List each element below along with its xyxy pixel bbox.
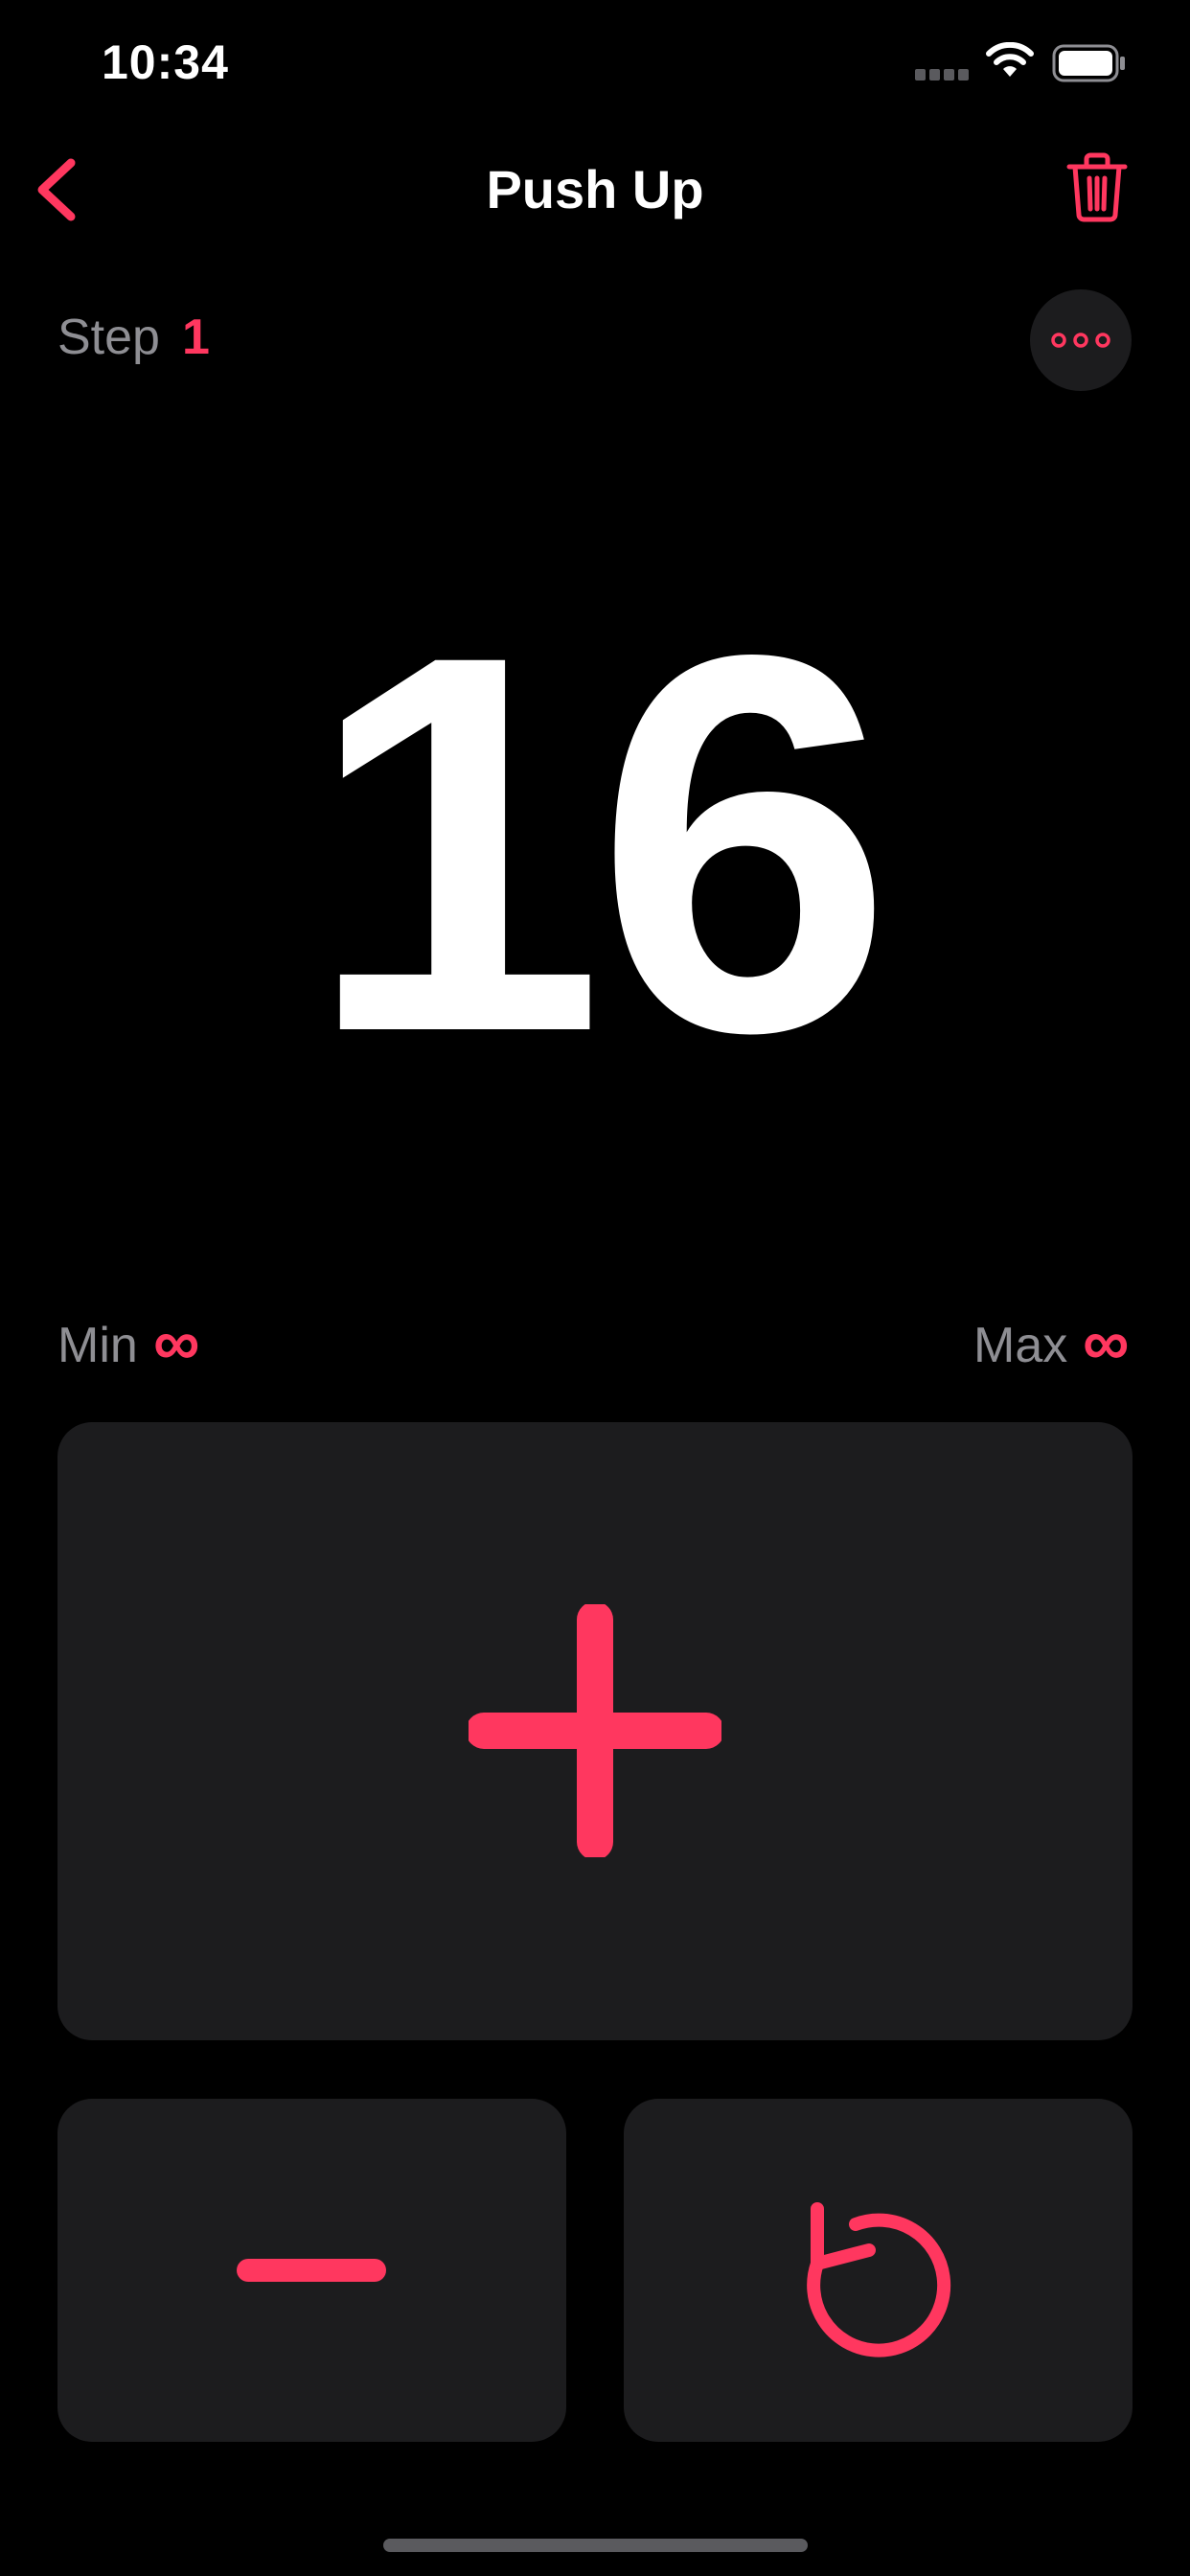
- minus-icon: [237, 2259, 386, 2282]
- home-indicator: [383, 2539, 808, 2552]
- reset-button[interactable]: [624, 2099, 1133, 2442]
- max-value[interactable]: ∞: [1083, 1305, 1129, 1380]
- ellipsis-icon: [1051, 333, 1110, 348]
- min-value[interactable]: ∞: [153, 1305, 199, 1380]
- step-value[interactable]: 1: [182, 309, 210, 366]
- min-label: Min: [57, 1318, 138, 1373]
- plus-icon: [469, 1604, 721, 1857]
- more-options-button[interactable]: [1030, 289, 1132, 391]
- status-time: 10:34: [102, 35, 229, 89]
- battery-icon: [1052, 44, 1125, 82]
- page-title: Push Up: [486, 159, 704, 219]
- delete-button[interactable]: [1065, 151, 1129, 222]
- decrement-button[interactable]: [57, 2099, 566, 2442]
- max-label: Max: [973, 1318, 1068, 1373]
- cellular-signal-icon: [915, 69, 969, 80]
- wifi-icon: [986, 42, 1034, 77]
- reset-icon: [807, 2202, 951, 2358]
- trash-icon: [1066, 152, 1128, 222]
- counter-value: 16: [306, 543, 894, 1143]
- step-label: Step: [57, 310, 160, 365]
- increment-button[interactable]: [57, 1422, 1133, 2040]
